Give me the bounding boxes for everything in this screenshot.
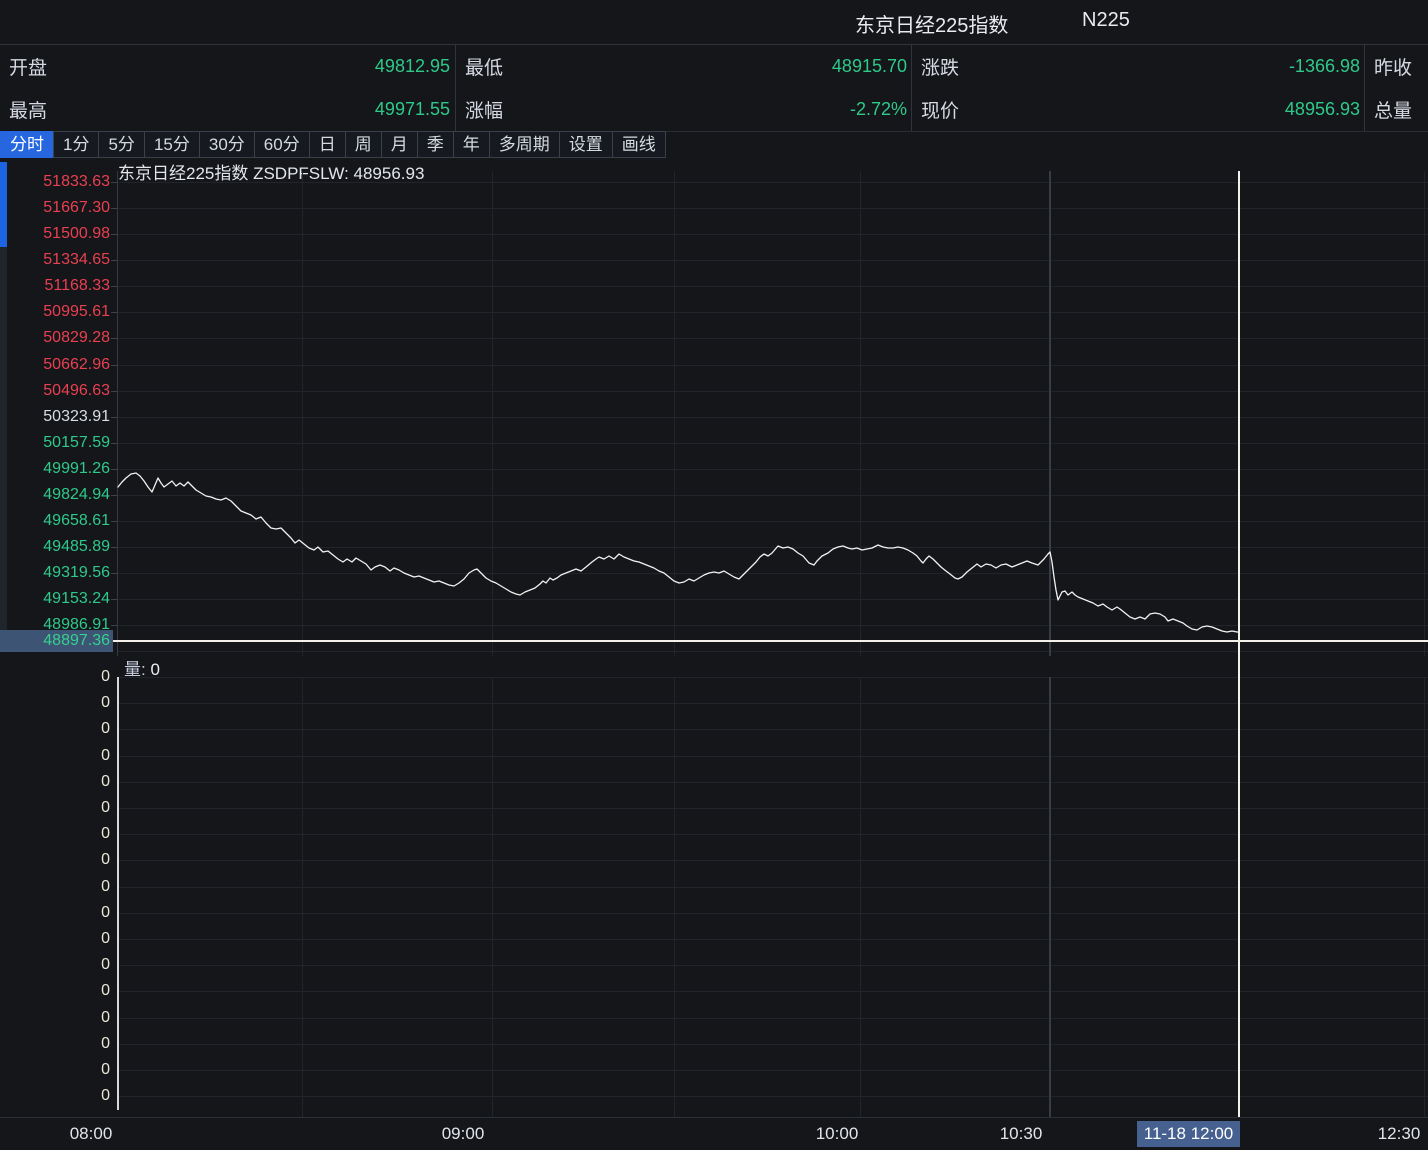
volume-readout-value: 0 [150, 660, 159, 679]
time-axis-label: 08:00 [70, 1124, 113, 1144]
price-line-plot[interactable] [0, 0, 1428, 1149]
crosshair-vertical-line[interactable] [1238, 171, 1240, 1117]
time-axis-label: 10:30 [1000, 1124, 1043, 1144]
price-line [118, 473, 1239, 632]
crosshair-horizontal-line[interactable] [113, 640, 1428, 642]
time-axis-label: 10:00 [816, 1124, 859, 1144]
crosshair-time-label: 11-18 12:00 [1137, 1121, 1240, 1147]
volume-readout-label: 量: [124, 660, 146, 679]
time-axis: 11-18 12:00 08:00 09:00 10:00 10:30 12:30 [0, 1117, 1428, 1150]
volume-readout: 量: 0 [124, 655, 160, 680]
crosshair-price-label: 48897.36 [0, 630, 113, 652]
time-axis-label: 12:30 [1378, 1124, 1421, 1144]
time-axis-label: 09:00 [442, 1124, 485, 1144]
